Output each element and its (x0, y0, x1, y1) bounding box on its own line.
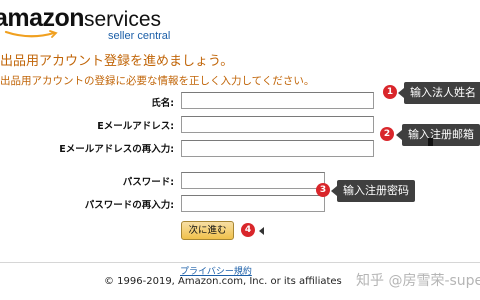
pointer-arrow-icon (259, 227, 264, 235)
password-input[interactable] (181, 172, 325, 189)
next-button[interactable]: 次に進む (181, 221, 234, 240)
name-input[interactable] (181, 92, 374, 109)
copyright-text: © 1996-2019, Amazon.com, Inc. or its aff… (104, 276, 342, 287)
email-confirm-input[interactable] (181, 140, 374, 157)
logo-services-text: services (84, 8, 162, 31)
password-label: パスワード: (122, 177, 174, 188)
password-confirm-label: パスワードの再入力: (84, 200, 174, 211)
email-confirm-label: Eメールアドレスの再入力: (59, 144, 174, 155)
mouse-cursor-icon (428, 138, 433, 146)
annotation-callout-3: 输入注册密码 (331, 180, 415, 202)
annotation-badge-4: 4 (241, 223, 255, 237)
annotation-callout-2: 输入注册邮箱 (396, 124, 480, 146)
annotation-callout-1: 输入法人姓名 (398, 82, 480, 104)
name-label: 氏名: (151, 98, 174, 109)
amazon-smile-icon (4, 30, 58, 38)
annotation-badge-3: 3 (316, 183, 330, 197)
email-input[interactable] (181, 116, 374, 133)
page-title: 出品用アカウント登録を進めましょう。 (0, 54, 234, 69)
annotation-badge-2: 2 (380, 127, 394, 141)
password-confirm-input[interactable] (181, 195, 325, 212)
logo-tagline: seller central (108, 30, 171, 42)
logo-amazon-text: amazon (0, 4, 85, 32)
email-label: Eメールアドレス: (97, 121, 174, 132)
annotation-badge-1: 1 (383, 85, 397, 99)
footer-divider (0, 262, 480, 263)
watermark: 知乎 @房雪荣-supe (356, 273, 480, 289)
page-instruction: 出品用アカウントの登録に必要な情報を正しく入力してください。 (0, 75, 315, 87)
